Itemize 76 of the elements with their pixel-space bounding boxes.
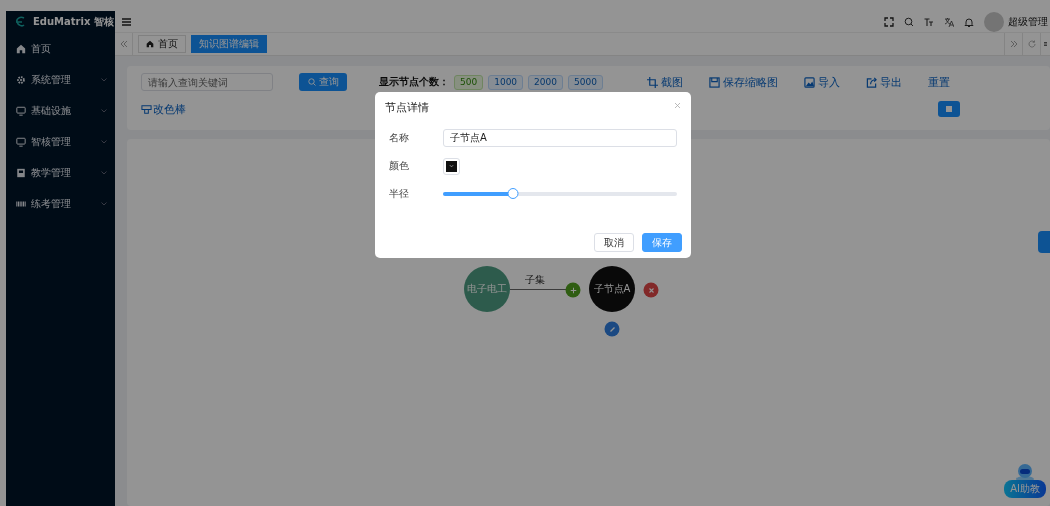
plus-icon xyxy=(570,287,576,293)
sidebar-menu-item[interactable]: 首页 xyxy=(6,33,115,64)
edge-label: 子集 xyxy=(525,273,545,287)
double-chevron-right-icon xyxy=(1009,40,1018,48)
cancel-button[interactable]: 取消 xyxy=(594,233,634,252)
brand-title: EduMatrix 智核 xyxy=(33,15,114,29)
user-name[interactable]: 超级管理 xyxy=(1008,14,1048,29)
bell-icon[interactable] xyxy=(964,16,974,27)
node-count-option[interactable]: 5000 xyxy=(568,74,603,90)
chevron-down-icon xyxy=(101,201,107,206)
avatar[interactable] xyxy=(984,11,1004,32)
name-field[interactable]: 子节点A xyxy=(443,129,677,147)
page-tab[interactable]: 知识图谱编辑 xyxy=(191,35,267,53)
ai-assistant-button[interactable]: AI助教 xyxy=(1004,480,1046,498)
chevron-down-icon xyxy=(449,164,454,168)
chevron-down-icon xyxy=(101,108,107,113)
field-label: 名称 xyxy=(388,131,410,145)
graph-node[interactable]: 电子电工 xyxy=(464,266,510,312)
field-label: 颜色 xyxy=(388,159,410,173)
more-button[interactable] xyxy=(1040,33,1050,55)
close-icon xyxy=(648,287,654,293)
toolbar-action[interactable]: 导入 xyxy=(803,74,840,90)
sidebar-menu-item[interactable]: 系统管理 xyxy=(6,64,115,95)
node-count-label: 显示节点个数： xyxy=(379,75,449,89)
toolbar-action[interactable]: 导出 xyxy=(865,74,902,90)
refresh-icon xyxy=(1027,40,1036,48)
translate-icon[interactable] xyxy=(944,16,954,27)
square-icon xyxy=(946,106,952,112)
edge-line xyxy=(510,289,566,290)
monitor-icon xyxy=(16,105,26,116)
color-picker[interactable] xyxy=(443,157,460,175)
sidebar-menu-item[interactable]: 教学管理 xyxy=(6,157,115,188)
book-icon xyxy=(16,167,26,178)
delete-node-button[interactable] xyxy=(643,282,659,298)
toolbar-action[interactable]: 保存缩略图 xyxy=(708,74,778,90)
node-count-option[interactable]: 1000 xyxy=(488,74,524,90)
chevron-down-icon xyxy=(101,170,107,175)
toolbar-action[interactable]: 截图 xyxy=(646,74,683,90)
search-icon[interactable] xyxy=(904,16,914,27)
pencil-icon xyxy=(609,326,615,332)
edit-node-button[interactable] xyxy=(604,321,620,337)
recolor-button[interactable]: 改色棒 xyxy=(141,101,186,117)
page-tab[interactable]: 首页 xyxy=(138,35,186,53)
sidebar-menu-item[interactable]: 练考管理 xyxy=(6,188,115,219)
share-icon xyxy=(865,76,877,88)
home-icon xyxy=(16,43,26,54)
sidebar-menu-item[interactable]: 智核管理 xyxy=(6,126,115,157)
monitor-icon xyxy=(16,136,26,147)
add-child-button[interactable] xyxy=(565,282,581,298)
logo-icon xyxy=(15,16,25,28)
square-button[interactable] xyxy=(938,101,960,117)
graph-node[interactable]: 子节点A xyxy=(589,266,635,312)
font-size-icon[interactable] xyxy=(924,16,934,27)
fullscreen-icon[interactable] xyxy=(884,16,894,27)
image-icon xyxy=(803,76,815,88)
slider-thumb[interactable] xyxy=(507,188,519,199)
search-icon xyxy=(307,78,316,86)
menu-icon[interactable] xyxy=(122,17,131,26)
menu-icon xyxy=(1044,40,1047,48)
field-label: 半径 xyxy=(388,187,410,201)
floppy-icon xyxy=(708,76,720,88)
crop-icon xyxy=(646,76,658,88)
gear-icon xyxy=(16,74,26,85)
dialog-title: 节点详情 xyxy=(385,100,430,115)
node-count-option[interactable]: 2000 xyxy=(528,74,563,90)
double-chevron-left-icon xyxy=(119,40,128,48)
chevron-down-icon xyxy=(101,77,107,82)
close-icon xyxy=(673,101,682,110)
node-count-option[interactable]: 500 xyxy=(454,74,484,90)
sidebar-menu-item[interactable]: 基础设施 xyxy=(6,95,115,126)
toolbar-action[interactable]: 重置 xyxy=(927,74,950,90)
search-field[interactable]: 请输入查询关键词 xyxy=(141,73,273,91)
search-button[interactable]: 查询 xyxy=(299,73,347,91)
chevron-down-icon xyxy=(101,139,107,144)
home-icon xyxy=(146,40,154,48)
save-button[interactable]: 保存 xyxy=(642,233,682,252)
